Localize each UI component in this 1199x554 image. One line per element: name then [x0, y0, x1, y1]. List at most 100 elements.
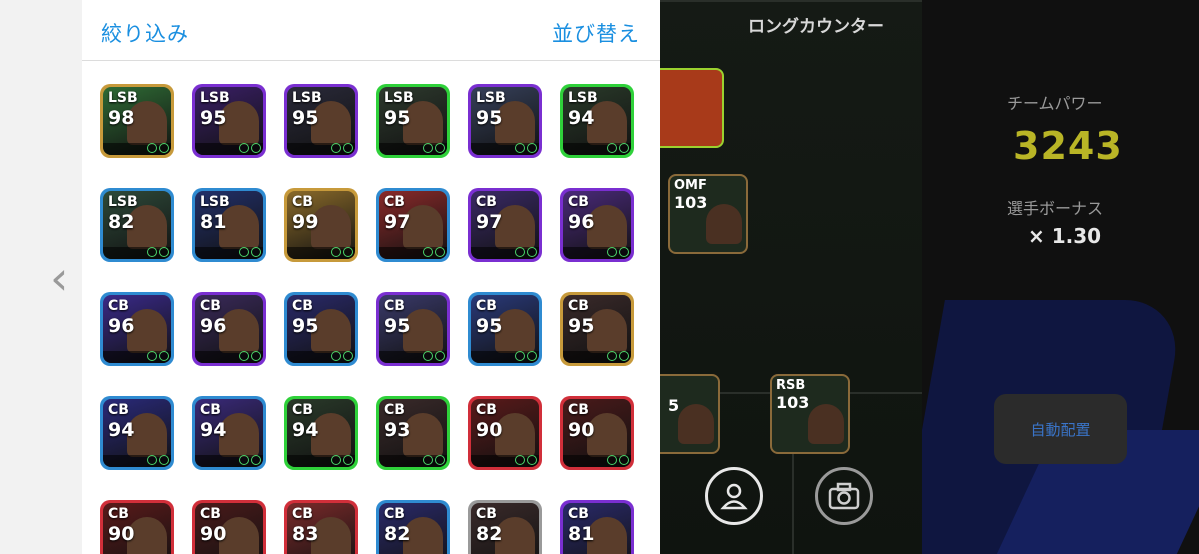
player-rating: 90	[476, 419, 503, 441]
player-rating: 95	[292, 107, 319, 129]
player-rating: 83	[292, 523, 319, 545]
card-footer	[195, 247, 263, 259]
sort-button[interactable]: 並び替え	[552, 18, 640, 48]
player-card[interactable]: LSB 95	[284, 84, 358, 158]
chevron-left-icon[interactable]: ‹	[50, 255, 68, 301]
card-footer	[379, 143, 447, 155]
player-card[interactable]: CB 90	[100, 500, 174, 554]
filter-button[interactable]: 絞り込み	[101, 18, 189, 48]
player-position: CB	[384, 298, 405, 314]
card-footer	[195, 351, 263, 363]
player-card[interactable]: CB 99	[284, 188, 358, 262]
skill-dot-icon	[239, 455, 249, 465]
skill-dot-icon	[343, 455, 353, 465]
player-card[interactable]: CB 96	[192, 292, 266, 366]
player-card[interactable]: CB 97	[376, 188, 450, 262]
player-card[interactable]: CB 95	[560, 292, 634, 366]
card-footer	[563, 455, 631, 467]
player-card[interactable]: CB 81	[560, 500, 634, 554]
player-rating: 96	[200, 315, 227, 337]
player-card[interactable]: CB 82	[376, 500, 450, 554]
skill-dot-icon	[515, 351, 525, 361]
player-rating: 82	[476, 523, 503, 545]
skill-dot-icon	[239, 143, 249, 153]
player-card[interactable]: CB 93	[376, 396, 450, 470]
player-rating: 94	[108, 419, 135, 441]
player-card[interactable]: LSB 82	[100, 188, 174, 262]
player-position: CB	[568, 402, 589, 418]
player-card[interactable]: CB 90	[560, 396, 634, 470]
skill-dot-icon	[435, 247, 445, 257]
player-rating: 90	[568, 419, 595, 441]
player-card[interactable]: CB 95	[284, 292, 358, 366]
skill-dot-icon	[159, 247, 169, 257]
formation-player-card[interactable]: OMF 103	[668, 174, 748, 254]
person-icon	[720, 483, 748, 510]
panel-header: 絞り込み 並び替え	[82, 0, 660, 61]
formation-player-card[interactable]: RSB 103	[770, 374, 850, 454]
screenshot-button[interactable]	[815, 467, 873, 525]
card-footer	[103, 247, 171, 259]
player-rating: 103	[776, 393, 810, 412]
player-rating: 94	[568, 107, 595, 129]
team-info-panel	[922, 0, 1199, 554]
player-position: CB	[384, 194, 405, 210]
player-rating: 103	[674, 193, 708, 212]
player-rating: 81	[200, 211, 227, 233]
player-rating: 95	[292, 315, 319, 337]
player-card[interactable]: CB 90	[468, 396, 542, 470]
card-footer	[563, 247, 631, 259]
skill-dot-icon	[251, 351, 261, 361]
player-position: LSB	[476, 90, 506, 106]
player-card[interactable]: CB 95	[468, 292, 542, 366]
card-footer	[471, 455, 539, 467]
player-position: CB	[292, 402, 313, 418]
player-rating: 5	[668, 396, 680, 415]
player-bonus-label: 選手ボーナス	[1007, 199, 1104, 218]
player-rating: 96	[568, 211, 595, 233]
player-card[interactable]: CB 94	[192, 396, 266, 470]
player-card[interactable]: CB 95	[376, 292, 450, 366]
player-card[interactable]: LSB 95	[468, 84, 542, 158]
player-view-button[interactable]	[705, 467, 763, 525]
player-card[interactable]: CB 94	[284, 396, 358, 470]
player-card[interactable]: LSB 98	[100, 84, 174, 158]
skill-dot-icon	[147, 455, 157, 465]
skill-dot-icon	[147, 143, 157, 153]
card-footer	[471, 351, 539, 363]
player-card[interactable]: LSB 95	[376, 84, 450, 158]
player-rating: 90	[200, 523, 227, 545]
player-card[interactable]: CB 82	[468, 500, 542, 554]
player-card[interactable]: CB 90	[192, 500, 266, 554]
player-card[interactable]: LSB 81	[192, 188, 266, 262]
player-rating: 94	[200, 419, 227, 441]
player-card[interactable]: CB 83	[284, 500, 358, 554]
skill-dot-icon	[423, 455, 433, 465]
player-position: LSB	[384, 90, 414, 106]
player-card[interactable]: LSB 94	[560, 84, 634, 158]
skill-dot-icon	[239, 247, 249, 257]
skill-dot-icon	[515, 143, 525, 153]
player-position: CB	[292, 194, 313, 210]
skill-dot-icon	[159, 143, 169, 153]
skill-dot-icon	[331, 247, 341, 257]
player-card[interactable]: LSB 95	[192, 84, 266, 158]
auto-assign-button[interactable]: 自動配置	[994, 394, 1127, 464]
player-card[interactable]: CB 94	[100, 396, 174, 470]
camera-icon	[828, 482, 860, 510]
skill-dot-icon	[435, 455, 445, 465]
player-rating: 97	[476, 211, 503, 233]
player-card[interactable]: CB 96	[560, 188, 634, 262]
player-position: CB	[200, 402, 221, 418]
player-position: CB	[476, 298, 497, 314]
skill-dot-icon	[423, 143, 433, 153]
skill-dot-icon	[251, 455, 261, 465]
player-position: CB	[108, 298, 129, 314]
player-select-panel: 絞り込み 並び替え LSB 98 LSB 95 LSB 95 LSB 95 LSB 95 LSB 94…	[82, 0, 660, 554]
skill-dot-icon	[619, 143, 629, 153]
player-position: LSB	[200, 194, 230, 210]
card-footer	[195, 455, 263, 467]
player-card[interactable]: CB 96	[100, 292, 174, 366]
player-card[interactable]: CB 97	[468, 188, 542, 262]
player-position: CB	[292, 506, 313, 522]
